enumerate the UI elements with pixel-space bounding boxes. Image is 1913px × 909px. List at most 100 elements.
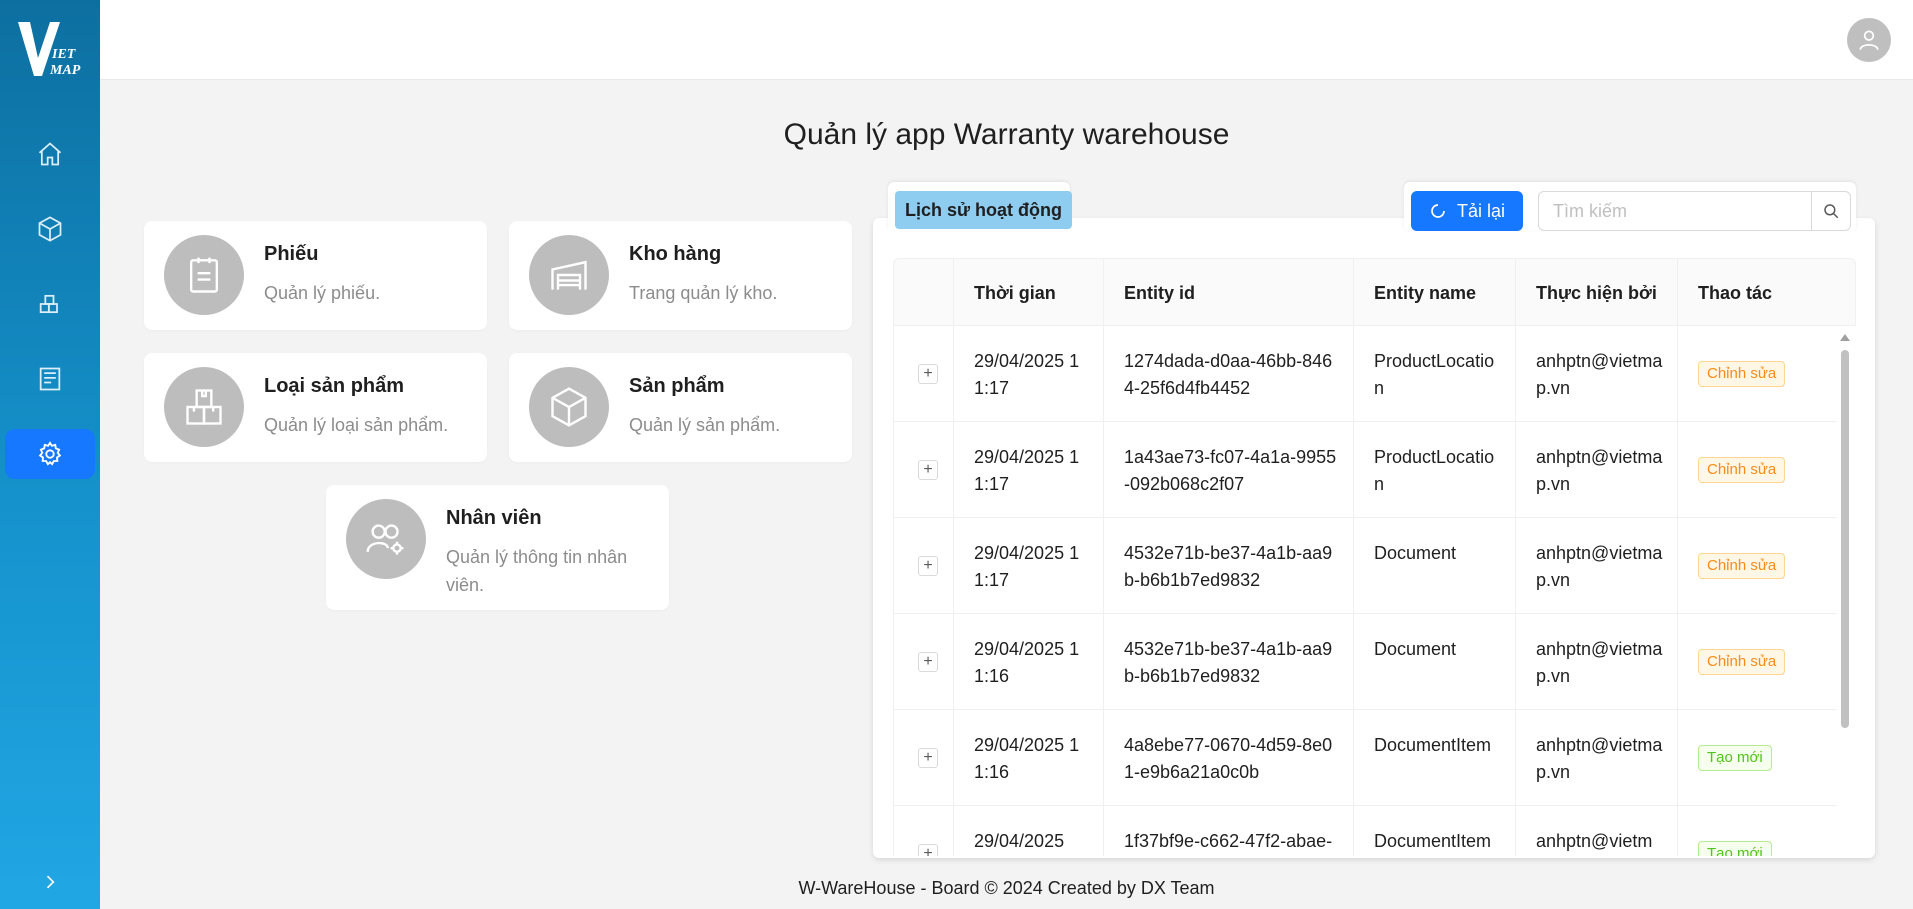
expand-row-button[interactable]: + <box>918 556 938 576</box>
cell-entity-id: 1274dada-d0aa-46bb-8464-25f6d4fb4452 <box>1124 351 1333 398</box>
nav-home[interactable] <box>5 129 95 179</box>
search-button[interactable] <box>1811 191 1851 231</box>
card-desc: Trang quản lý kho. <box>629 283 778 303</box>
card-title: Phiếu <box>264 243 319 265</box>
home-icon <box>38 142 62 166</box>
card-desc: Quản lý loại sản phẩm. <box>264 415 449 435</box>
action-tag: Chỉnh sửa <box>1698 457 1786 483</box>
cell-entity-name: ProductLocation <box>1374 351 1495 398</box>
card-title: Nhân viên <box>446 507 542 529</box>
col-header-performed-by[interactable]: Thực hiện bởi <box>1516 259 1657 327</box>
table-header: Thời gian Entity id Entity name Thực hiệ… <box>893 258 1856 327</box>
cell-entity-name: DocumentItem <box>1374 831 1492 851</box>
card-desc: Quản lý thông tin nhân viên. <box>446 547 628 595</box>
table-body: +29/04/2025 11:17 1274dada-d0aa-46bb-8464… <box>893 326 1837 856</box>
nav-settings[interactable] <box>5 429 95 479</box>
action-tag: Tạo mới <box>1698 841 1772 856</box>
cell-time: 29/04/2025 11:16 <box>974 639 1080 686</box>
cell-by: anhptn@vietm <box>1536 831 1653 851</box>
cell-entity-name: ProductLocation <box>1374 447 1495 494</box>
collapse-sidebar-button[interactable] <box>36 868 64 896</box>
cell-time: 29/04/2025 11:16 <box>974 735 1080 782</box>
team-settings-icon <box>366 524 404 555</box>
reload-icon <box>1431 204 1445 218</box>
table-scrollbar[interactable] <box>1839 330 1851 856</box>
cell-entity-id: 1a43ae73-fc07-4a1a-9955-092b068c2f07 <box>1124 447 1337 494</box>
top-header <box>100 0 1913 80</box>
cell-time: 29/04/2025 <box>974 831 1065 851</box>
cell-entity-name: DocumentItem <box>1374 735 1492 755</box>
cell-entity-name: Document <box>1374 639 1457 659</box>
vietmap-logo[interactable]: IET MAP <box>16 18 84 80</box>
card-title: Kho hàng <box>629 243 722 265</box>
svg-text:IET: IET <box>51 47 77 62</box>
expand-row-button[interactable]: + <box>918 460 938 480</box>
card-icon-circle <box>164 235 244 315</box>
reload-button[interactable]: Tải lại <box>1411 191 1523 231</box>
table-row: +29/04/2025 1f37bf9e-c662-47f2-abae- Docum… <box>893 806 1837 856</box>
cell-by: anhptn@vietmap.vn <box>1536 351 1663 398</box>
user-avatar[interactable] <box>1847 18 1891 62</box>
card-phieu[interactable]: Phiếu Quản lý phiếu. <box>144 221 487 330</box>
card-nhan-vien[interactable]: Nhân viên Quản lý thông tin nhân viên. <box>326 485 669 610</box>
cell-entity-id: 4a8ebe77-0670-4d59-8e01-e9b6a21a0c0b <box>1124 735 1333 782</box>
product-type-icon <box>186 389 222 425</box>
clipboard-icon <box>189 257 219 293</box>
table-row: +29/04/2025 11:17 1274dada-d0aa-46bb-8464… <box>893 326 1837 422</box>
expand-row-button[interactable]: + <box>918 652 938 672</box>
nav-product-types[interactable] <box>5 279 95 329</box>
cell-entity-id: 4532e71b-be37-4a1b-aa9b-b6b1b7ed9832 <box>1124 639 1333 686</box>
col-header-entity-name[interactable]: Entity name <box>1354 259 1476 327</box>
reload-label: Tải lại <box>1456 200 1505 221</box>
scrollbar-thumb[interactable] <box>1841 350 1849 728</box>
card-loai-san-pham[interactable]: Loại sản phẩm Quản lý loại sản phẩm. <box>144 353 487 462</box>
table-row: +29/04/2025 11:16 4a8ebe77-0670-4d59-8e01… <box>893 710 1837 806</box>
cell-time: 29/04/2025 11:17 <box>974 351 1080 398</box>
cell-by: anhptn@vietmap.vn <box>1536 639 1663 686</box>
user-icon <box>1859 30 1879 51</box>
scroll-up-arrow-icon <box>1840 334 1850 341</box>
card-icon-circle <box>529 367 609 447</box>
action-tag: Tạo mới <box>1698 745 1772 771</box>
table-row: +29/04/2025 11:17 1a43ae73-fc07-4a1a-9955… <box>893 422 1837 518</box>
col-header-time[interactable]: Thời gian <box>954 259 1056 327</box>
card-icon-circle <box>164 367 244 447</box>
cell-by: anhptn@vietmap.vn <box>1536 447 1663 494</box>
col-header-entity-id[interactable]: Entity id <box>1104 259 1195 327</box>
card-san-pham[interactable]: Sản phẩm Quản lý sản phẩm. <box>509 353 852 462</box>
cell-by: anhptn@vietmap.vn <box>1536 543 1663 590</box>
card-icon-circle <box>529 235 609 315</box>
card-desc: Quản lý sản phẩm. <box>629 415 781 435</box>
page-title: Quản lý app Warranty warehouse <box>783 118 1230 151</box>
action-tag: Chỉnh sửa <box>1698 553 1786 579</box>
tab-activity-history[interactable]: Lịch sử hoạt động <box>895 191 1073 229</box>
cell-time: 29/04/2025 11:17 <box>974 447 1080 494</box>
expand-row-button[interactable]: + <box>918 364 938 384</box>
boxes-icon <box>39 294 58 314</box>
svg-text:MAP: MAP <box>49 63 81 78</box>
card-title: Sản phẩm <box>629 375 725 397</box>
card-title: Loại sản phẩm <box>264 375 405 397</box>
chevron-right-icon <box>46 875 55 889</box>
nav-documents[interactable] <box>5 354 95 404</box>
nav-products[interactable] <box>5 204 95 254</box>
cell-entity-id: 4532e71b-be37-4a1b-aa9b-b6b1b7ed9832 <box>1124 543 1333 590</box>
cell-by: anhptn@vietmap.vn <box>1536 735 1663 782</box>
cube-icon <box>38 216 62 242</box>
warehouse-icon <box>551 260 587 290</box>
action-tag: Chỉnh sửa <box>1698 361 1786 387</box>
expand-row-button[interactable]: + <box>918 844 938 856</box>
box-icon <box>551 387 587 427</box>
table-row: +29/04/2025 11:17 4532e71b-be37-4a1b-aa9b… <box>893 518 1837 614</box>
cell-time: 29/04/2025 11:17 <box>974 543 1080 590</box>
col-header-action[interactable]: Thao tác <box>1678 259 1772 327</box>
document-icon <box>39 367 61 391</box>
expand-row-button[interactable]: + <box>918 748 938 768</box>
card-kho-hang[interactable]: Kho hàng Trang quản lý kho. <box>509 221 852 330</box>
sidebar: IET MAP <box>0 0 100 909</box>
search-input[interactable] <box>1538 191 1812 231</box>
table-row: +29/04/2025 11:16 4532e71b-be37-4a1b-aa9b… <box>893 614 1837 710</box>
card-icon-circle <box>346 499 426 579</box>
action-tag: Chỉnh sửa <box>1698 649 1786 675</box>
footer: W-WareHouse - Board © 2024 Created by DX… <box>798 878 1215 898</box>
